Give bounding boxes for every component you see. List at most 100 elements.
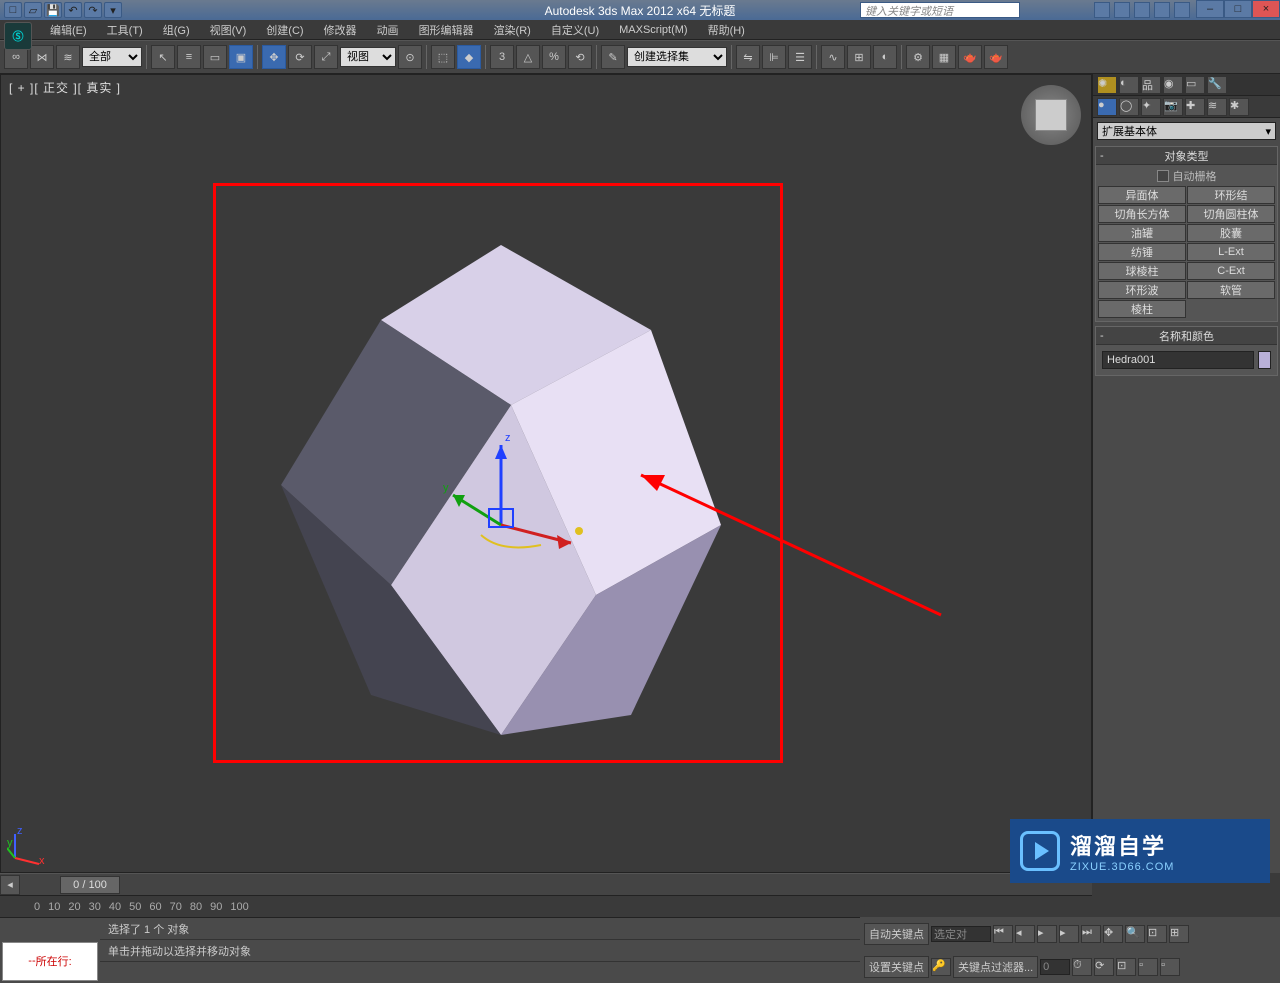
- render-icon[interactable]: 🫖: [958, 45, 982, 69]
- nav-fov-icon[interactable]: ⊡: [1147, 925, 1167, 943]
- subscription-icon[interactable]: [1114, 2, 1130, 18]
- viewport[interactable]: [ + ][ 正交 ][ 真实 ] z y: [0, 74, 1092, 873]
- qat-new-icon[interactable]: □: [4, 2, 22, 18]
- ref-coord-dropdown[interactable]: 视图: [340, 47, 396, 67]
- menu-rendering[interactable]: 渲染(R): [484, 20, 541, 40]
- selection-filter-dropdown[interactable]: 全部: [82, 47, 142, 67]
- nav-b-icon[interactable]: ▫: [1160, 958, 1180, 976]
- keyfilter-button[interactable]: 关键点过滤器...: [953, 956, 1038, 978]
- btn-gengon[interactable]: 球棱柱: [1098, 262, 1186, 280]
- rollout-head-type[interactable]: -对象类型: [1096, 147, 1277, 165]
- menu-create[interactable]: 创建(C): [256, 20, 313, 40]
- infocenter-icon[interactable]: [1094, 2, 1110, 18]
- time-thumb[interactable]: 0 / 100: [60, 876, 120, 894]
- snap-toggle-icon[interactable]: 3: [490, 45, 514, 69]
- sub-helpers-icon[interactable]: ✚: [1185, 98, 1205, 116]
- minimize-button[interactable]: –: [1196, 0, 1224, 18]
- schematic-icon[interactable]: ⊞: [847, 45, 871, 69]
- menu-maxscript[interactable]: MAXScript(M): [609, 22, 697, 38]
- menu-group[interactable]: 组(G): [153, 20, 200, 40]
- menu-modifiers[interactable]: 修改器: [314, 20, 367, 40]
- qat-redo-icon[interactable]: ↷: [84, 2, 102, 18]
- nav-maximize-icon[interactable]: ⊡: [1116, 958, 1136, 976]
- move-icon[interactable]: ✥: [262, 45, 286, 69]
- render-frame-icon[interactable]: ▦: [932, 45, 956, 69]
- maxscript-prompt[interactable]: -- 所在行:: [2, 942, 98, 981]
- prev-frame-icon[interactable]: ◂: [1015, 925, 1035, 943]
- tab-create-icon[interactable]: ✺: [1097, 76, 1117, 94]
- btn-torusknot[interactable]: 环形结: [1187, 186, 1275, 204]
- rollout-head-name[interactable]: -名称和颜色: [1096, 327, 1277, 345]
- nav-a-icon[interactable]: ▫: [1138, 958, 1158, 976]
- manipulate-icon[interactable]: ◆: [457, 45, 481, 69]
- qat-open-icon[interactable]: ▱: [24, 2, 42, 18]
- viewport-label[interactable]: [ + ][ 正交 ][ 真实 ]: [9, 79, 121, 96]
- btn-cext[interactable]: C-Ext: [1187, 262, 1275, 280]
- spinner-snap-icon[interactable]: ⟲: [568, 45, 592, 69]
- play-icon[interactable]: ▸: [1037, 925, 1057, 943]
- goto-start-icon[interactable]: ⏮: [993, 925, 1013, 943]
- timeslider-left-icon[interactable]: ◂: [0, 875, 20, 895]
- sub-systems-icon[interactable]: ✱: [1229, 98, 1249, 116]
- btn-ringwave[interactable]: 环形波: [1098, 281, 1186, 299]
- nav-zoomext-icon[interactable]: ⊞: [1169, 925, 1189, 943]
- autogrid-checkbox[interactable]: 自动栅格: [1098, 167, 1275, 185]
- menu-customize[interactable]: 自定义(U): [541, 20, 609, 40]
- viewcube[interactable]: [1021, 85, 1081, 145]
- setkey-button[interactable]: 设置关键点: [864, 956, 929, 978]
- btn-chamferbox[interactable]: 切角长方体: [1098, 205, 1186, 223]
- qat-dropdown-icon[interactable]: ▾: [104, 2, 122, 18]
- time-slider[interactable]: ◂ 0 / 100: [0, 873, 1092, 895]
- keymode-dropdown[interactable]: [931, 926, 991, 942]
- material-editor-icon[interactable]: ◐: [873, 45, 897, 69]
- exchange-icon[interactable]: [1134, 2, 1150, 18]
- sub-cameras-icon[interactable]: 📷: [1163, 98, 1183, 116]
- select-icon[interactable]: ↖: [151, 45, 175, 69]
- unlink-icon[interactable]: ⋈: [30, 45, 54, 69]
- select-by-name-icon[interactable]: ≡: [177, 45, 201, 69]
- nav-zoom-icon[interactable]: 🔍: [1125, 925, 1145, 943]
- pivot-icon[interactable]: ⊙: [398, 45, 422, 69]
- render-prod-icon[interactable]: 🫖: [984, 45, 1008, 69]
- btn-capsule[interactable]: 胶囊: [1187, 224, 1275, 242]
- tab-display-icon[interactable]: ▭: [1185, 76, 1205, 94]
- btn-spindle[interactable]: 纺锤: [1098, 243, 1186, 261]
- qat-undo-icon[interactable]: ↶: [64, 2, 82, 18]
- qat-save-icon[interactable]: 💾: [44, 2, 62, 18]
- help-icon[interactable]: [1174, 2, 1190, 18]
- scale-icon[interactable]: ⤢: [314, 45, 338, 69]
- object-name-input[interactable]: [1102, 351, 1254, 369]
- nav-pan-icon[interactable]: ✥: [1103, 925, 1123, 943]
- current-frame-input[interactable]: [1040, 959, 1070, 975]
- goto-end-icon[interactable]: ⏭: [1081, 925, 1101, 943]
- mirror-icon[interactable]: ⇋: [736, 45, 760, 69]
- sub-shapes-icon[interactable]: ◯: [1119, 98, 1139, 116]
- layers-icon[interactable]: ☰: [788, 45, 812, 69]
- tab-hierarchy-icon[interactable]: 品: [1141, 76, 1161, 94]
- btn-chamfercyl[interactable]: 切角圆柱体: [1187, 205, 1275, 223]
- help-search-input[interactable]: 键入关键字或短语: [860, 2, 1020, 18]
- btn-oiltank[interactable]: 油罐: [1098, 224, 1186, 242]
- next-frame-icon[interactable]: ▸: [1059, 925, 1079, 943]
- category-dropdown[interactable]: 扩展基本体▾: [1097, 122, 1276, 140]
- select-lock-icon[interactable]: ⬚: [431, 45, 455, 69]
- favorites-icon[interactable]: [1154, 2, 1170, 18]
- percent-snap-icon[interactable]: %: [542, 45, 566, 69]
- tab-utilities-icon[interactable]: 🔧: [1207, 76, 1227, 94]
- bind-spacewarp-icon[interactable]: ≋: [56, 45, 80, 69]
- maximize-button[interactable]: □: [1224, 0, 1252, 18]
- object-color-swatch[interactable]: [1258, 351, 1271, 369]
- named-selection-dropdown[interactable]: 创建选择集: [627, 47, 727, 67]
- btn-hose[interactable]: 软管: [1187, 281, 1275, 299]
- track-bar[interactable]: 0 10 20 30 40 50 60 70 80 90 100: [0, 895, 1092, 917]
- btn-lext[interactable]: L-Ext: [1187, 243, 1275, 261]
- timeconfig-icon[interactable]: ⏱: [1072, 958, 1092, 976]
- sub-geometry-icon[interactable]: ●: [1097, 98, 1117, 116]
- sub-spacewarps-icon[interactable]: ≋: [1207, 98, 1227, 116]
- menu-tools[interactable]: 工具(T): [97, 20, 153, 40]
- btn-prism[interactable]: 棱柱: [1098, 300, 1186, 318]
- key-icon[interactable]: 🔑: [931, 958, 951, 976]
- menu-animation[interactable]: 动画: [367, 20, 409, 40]
- tab-modify-icon[interactable]: ◐: [1119, 76, 1139, 94]
- menu-help[interactable]: 帮助(H): [698, 20, 755, 40]
